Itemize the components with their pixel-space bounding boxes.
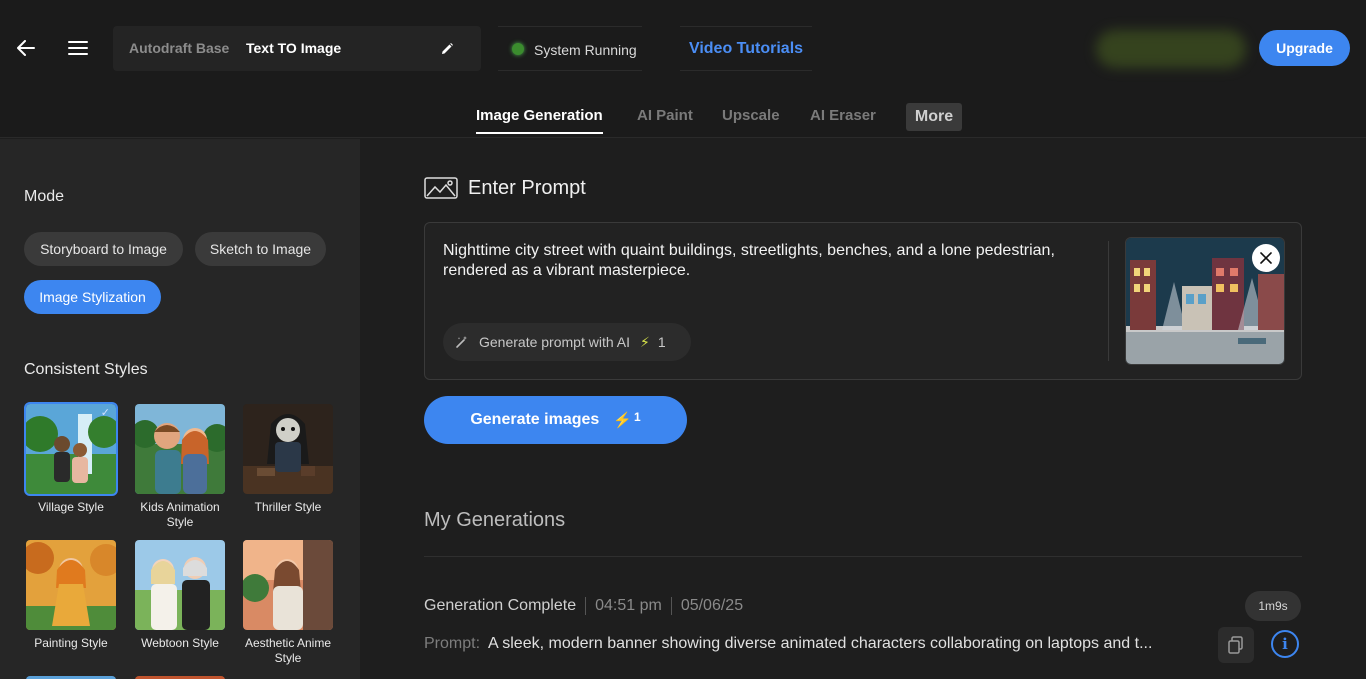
style-thumbnail (135, 404, 225, 494)
project-name: Text TO Image (246, 40, 342, 56)
style-card-kids-animation[interactable]: Kids Animation Style (135, 404, 231, 530)
style-card-webtoon[interactable]: Webtoon Style (135, 540, 231, 651)
style-thumbnail (26, 540, 116, 630)
style-label: Kids Animation Style (140, 500, 220, 529)
enter-prompt-title: Enter Prompt (468, 177, 586, 199)
back-arrow-icon[interactable] (12, 34, 40, 62)
generation-prompt: Prompt: A sleek, modern banner showing di… (424, 635, 1152, 653)
separator (585, 597, 587, 615)
top-bar: Autodraft Base Text TO Image System Runn… (0, 0, 1366, 138)
credit-cost: 1 (633, 410, 641, 424)
credit-cost: 1 (657, 334, 666, 350)
tab-ai-paint[interactable]: AI Paint (637, 107, 693, 132)
separator (670, 597, 672, 615)
main-panel: Enter Prompt Nighttime city street with … (360, 139, 1366, 679)
my-generations-title: My Generations (424, 509, 566, 531)
lightning-icon: ⚡ (639, 333, 650, 350)
project-selector[interactable]: Autodraft Base Text TO Image (113, 26, 481, 71)
reference-image-preview[interactable] (1125, 237, 1285, 365)
style-card-aesthetic-anime[interactable]: Aesthetic Anime Style (243, 540, 339, 666)
tab-more[interactable]: More (906, 103, 962, 131)
tool-tabs: Image Generation AI Paint Upscale AI Era… (0, 102, 1366, 138)
style-thumbnail (243, 540, 333, 630)
style-label: Village Style (38, 500, 104, 514)
style-label: Painting Style (34, 636, 108, 650)
image-prompt-icon (424, 175, 458, 201)
prompt-textarea[interactable]: Nighttime city street with quaint buildi… (443, 241, 1063, 281)
prompt-box: Nighttime city street with quaint buildi… (424, 222, 1302, 380)
copy-icon[interactable] (1218, 627, 1254, 663)
style-thumbnail: ✓ (24, 402, 118, 496)
divider (424, 556, 1302, 557)
tab-ai-eraser[interactable]: AI Eraser (810, 107, 876, 132)
checkmark-icon: ✓ (100, 407, 110, 419)
hamburger-menu-icon[interactable] (64, 34, 92, 62)
prompt-label: Prompt: (424, 635, 481, 652)
lightning-icon: ⚡ (613, 412, 632, 429)
style-label: Thriller Style (254, 500, 322, 514)
upgrade-button[interactable]: Upgrade (1259, 30, 1350, 66)
status-dot-icon (512, 43, 524, 55)
mode-sketch-to-image[interactable]: Sketch to Image (195, 232, 326, 266)
consistent-styles-title: Consistent Styles (24, 361, 148, 378)
generate-images-button[interactable]: Generate images ⚡ 1 (424, 396, 687, 444)
style-thumbnail (243, 404, 333, 494)
generation-meta: Generation Complete 04:51 pm 05/06/25 (424, 597, 743, 615)
style-card-thriller[interactable]: Thriller Style (243, 404, 339, 515)
divider (1108, 241, 1109, 361)
prompt-text: A sleek, modern banner showing diverse a… (488, 635, 1153, 652)
tab-upscale[interactable]: Upscale (722, 107, 780, 132)
pencil-icon[interactable] (435, 37, 459, 61)
style-card-painting[interactable]: Painting Style (26, 540, 122, 651)
style-card-village[interactable]: ✓ Village Style (24, 402, 122, 515)
generation-date: 05/06/25 (680, 597, 744, 614)
sidebar: Mode Storyboard to Image Sketch to Image… (0, 139, 360, 679)
blurred-credits-pill (1096, 30, 1246, 68)
style-label: Webtoon Style (141, 636, 219, 650)
mode-storyboard-to-image[interactable]: Storyboard to Image (24, 232, 183, 266)
generate-prompt-ai-label: Generate prompt with AI (479, 334, 630, 350)
mode-title: Mode (24, 188, 65, 205)
magic-wand-icon (455, 335, 469, 349)
style-label: Aesthetic Anime Style (244, 636, 332, 665)
generation-status: Generation Complete (424, 597, 577, 614)
generate-images-label: Generate images (470, 411, 600, 428)
info-icon[interactable]: i (1271, 630, 1299, 658)
mode-image-stylization[interactable]: Image Stylization (24, 280, 161, 314)
video-tutorials-link[interactable]: Video Tutorials (680, 26, 812, 71)
tab-image-generation[interactable]: Image Generation (476, 107, 603, 134)
system-status: System Running (498, 26, 642, 71)
style-thumbnail (135, 540, 225, 630)
close-icon[interactable] (1252, 244, 1280, 272)
generation-time: 04:51 pm (595, 597, 662, 614)
generate-prompt-ai-button[interactable]: Generate prompt with AI ⚡ 1 (443, 323, 691, 361)
project-base-label: Autodraft Base (129, 40, 230, 56)
status-text: System Running (534, 42, 637, 58)
duration-badge: 1m9s (1245, 591, 1301, 621)
